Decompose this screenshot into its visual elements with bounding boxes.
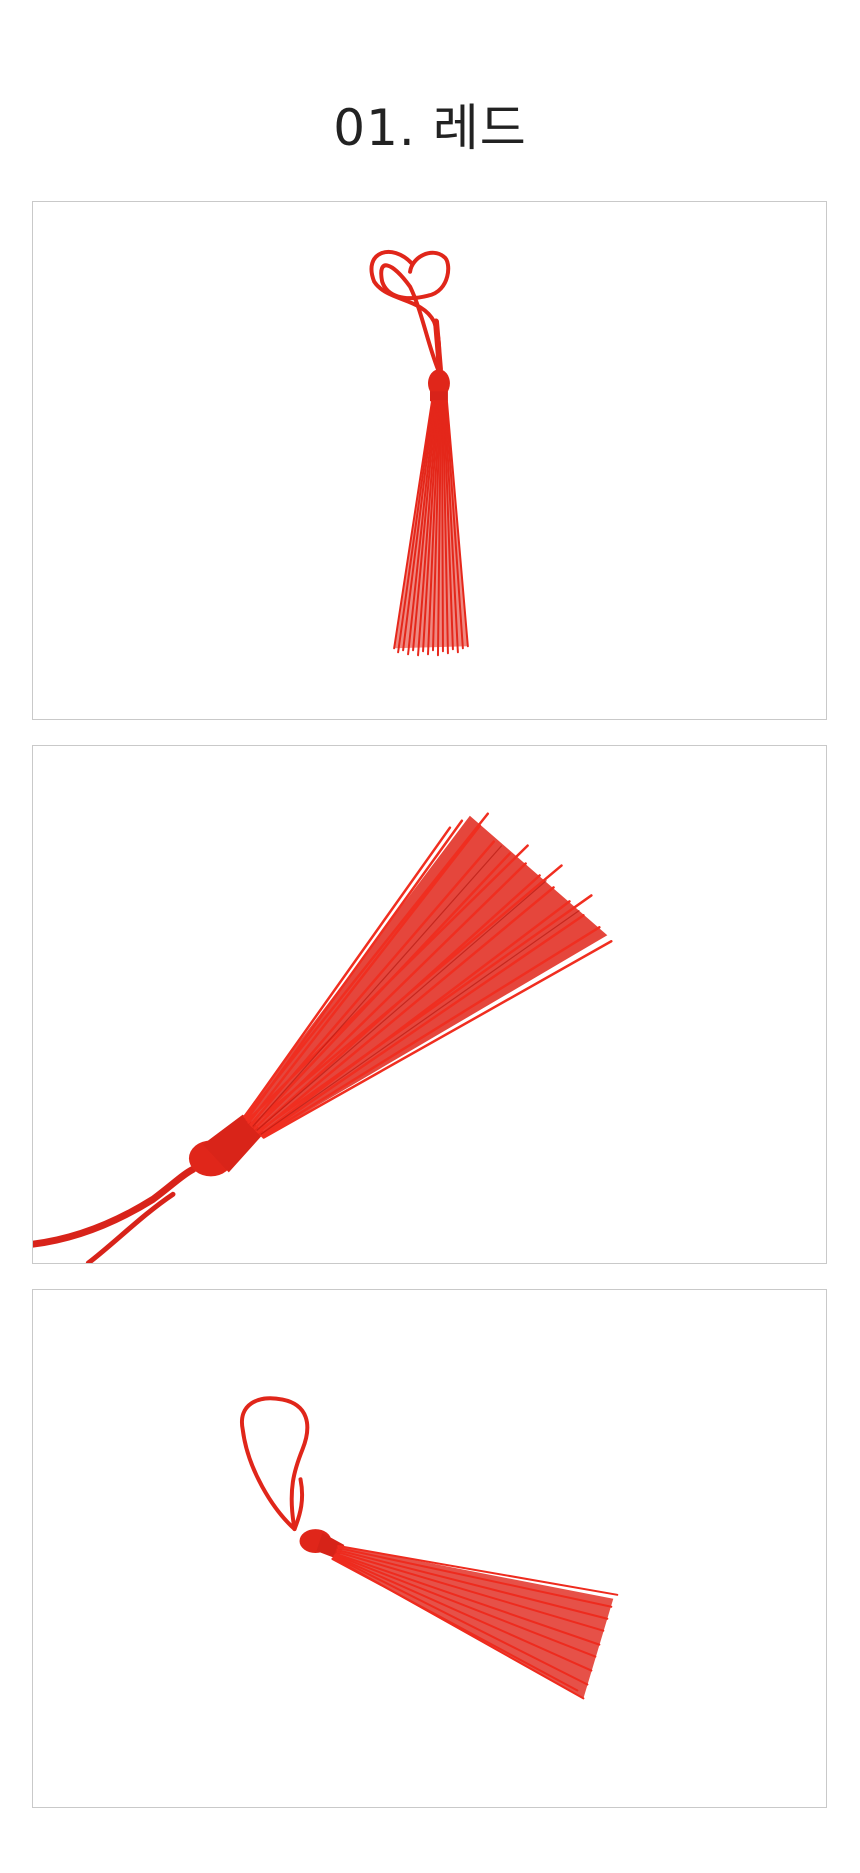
- product-image-angled: [32, 1289, 827, 1808]
- option-title: 01. 레드: [333, 99, 527, 157]
- tassel-front-illustration: [369, 250, 469, 657]
- fringe-fill-front: [394, 401, 468, 649]
- product-image-front: [32, 201, 827, 720]
- tassel-angled-illustration: [239, 1396, 619, 1700]
- tassel-closeup-illustration: [33, 812, 613, 1263]
- product-image-closeup: [32, 745, 827, 1264]
